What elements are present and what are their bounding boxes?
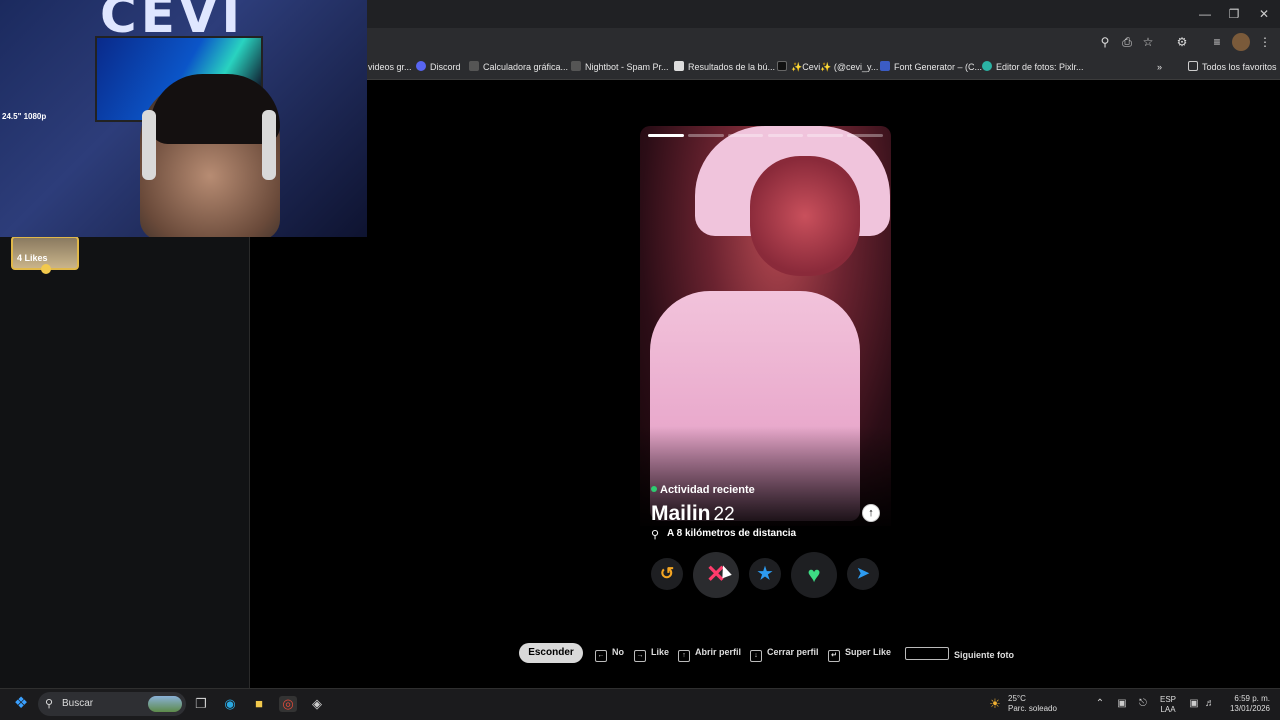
shortcut-close-profile: ↓ Cerrar perfil bbox=[750, 647, 819, 662]
file-explorer-icon[interactable]: ■ bbox=[250, 696, 268, 712]
rewind-icon: ↺ bbox=[659, 564, 675, 583]
shortcut-super-like: ↵ Super Like bbox=[828, 647, 891, 662]
heart-icon: ♥ bbox=[807, 562, 821, 587]
photo-progress-segment[interactable] bbox=[767, 134, 804, 137]
rewind-button[interactable]: ↺ bbox=[651, 558, 683, 590]
activity-status: Actividad reciente bbox=[651, 484, 755, 496]
location-pin-icon: ⚲ bbox=[651, 529, 660, 541]
headphones-icon bbox=[142, 110, 156, 180]
send-icon: ➤ bbox=[856, 565, 870, 582]
bookmark-favicon-icon bbox=[880, 61, 890, 71]
shortcut-next-photo: Siguiente foto bbox=[905, 647, 1014, 660]
photo-progress-segment[interactable] bbox=[687, 134, 724, 137]
left-arrow-key-icon: ← bbox=[595, 650, 607, 662]
nope-button[interactable]: ✕ bbox=[693, 552, 739, 598]
windows-start-icon[interactable]: ❖ bbox=[12, 696, 30, 712]
monitor-label: 24.5" 1080p bbox=[2, 112, 47, 121]
all-bookmarks[interactable]: Todos los favoritos bbox=[1188, 61, 1277, 73]
shortcut-like: → Like bbox=[634, 647, 669, 662]
bookmark-favicon-icon bbox=[469, 61, 479, 71]
likes-label: 4 Likes bbox=[17, 253, 48, 263]
media-icon[interactable]: ≡ bbox=[1208, 33, 1226, 51]
search-highlight-image bbox=[148, 696, 182, 712]
restore-icon[interactable]: ❐ bbox=[1219, 4, 1249, 24]
open-profile-button[interactable]: ↑ bbox=[862, 504, 880, 522]
chrome-icon[interactable]: ◎ bbox=[279, 696, 297, 712]
bookmark-favicon-icon bbox=[571, 61, 581, 71]
bookmark-item[interactable]: ✨Cevi✨ (@cevi_y... bbox=[777, 61, 878, 73]
star-icon[interactable]: ☆ bbox=[1139, 33, 1157, 51]
language-indicator[interactable]: ESP LAA bbox=[1160, 695, 1176, 715]
profile-name: Mailin 22 bbox=[651, 502, 735, 525]
shortcut-no: ← No bbox=[595, 647, 624, 662]
weather-widget[interactable]: 25°C Parc. soleado bbox=[1008, 694, 1057, 714]
bookmark-item[interactable]: Nightbot - Spam Pr... bbox=[571, 61, 669, 73]
tray-app-icon[interactable]: ▣ bbox=[1113, 696, 1131, 712]
location-icon[interactable]: ⚲ bbox=[1096, 33, 1114, 51]
search-icon: ⚲ bbox=[45, 698, 54, 710]
minimize-icon[interactable]: — bbox=[1190, 4, 1220, 24]
bookmark-item[interactable]: Calculadora gráfica... bbox=[469, 61, 568, 73]
photo-progress-segment[interactable] bbox=[807, 134, 844, 137]
taskbar-search[interactable]: ⚲ Buscar bbox=[38, 692, 186, 716]
bookmark-item[interactable]: Font Generator – (C... bbox=[880, 61, 982, 73]
volume-icon[interactable]: ♬ bbox=[1201, 696, 1219, 712]
gold-heart-icon bbox=[41, 264, 51, 274]
close-icon[interactable]: ✕ bbox=[1249, 4, 1279, 24]
folder-icon bbox=[1188, 61, 1198, 71]
bookmark-item[interactable]: Resultados de la bú... bbox=[674, 61, 775, 73]
enter-key-icon: ↵ bbox=[828, 650, 840, 662]
profile-photo[interactable] bbox=[640, 126, 891, 526]
clock[interactable]: 6:59 p. m. 13/01/2026 bbox=[1226, 694, 1270, 714]
photo-progress-segment[interactable] bbox=[847, 134, 883, 137]
photo-progress-segment[interactable] bbox=[648, 134, 684, 137]
pixlr-icon bbox=[982, 61, 992, 71]
shortcut-open-profile: ↑ Abrir perfil bbox=[678, 647, 741, 662]
headphones-icon bbox=[262, 110, 276, 180]
edge-icon[interactable]: ◉ bbox=[221, 696, 239, 712]
like-button[interactable]: ♥ bbox=[791, 552, 837, 598]
cast-icon[interactable]: ⎙ bbox=[1118, 33, 1136, 51]
chevron-up-icon[interactable]: ⌃ bbox=[1091, 696, 1109, 712]
bookmark-item[interactable]: Editor de fotos: Pixlr... bbox=[982, 61, 1084, 73]
profile-distance: A 8 kilómetros de distancia bbox=[667, 528, 797, 539]
up-arrow-key-icon: ↑ bbox=[678, 650, 690, 662]
task-view-icon[interactable]: ❐ bbox=[192, 696, 210, 712]
photo-progress-segment[interactable] bbox=[727, 134, 764, 137]
down-arrow-key-icon: ↓ bbox=[750, 650, 762, 662]
hide-shortcuts-button[interactable]: Esconder bbox=[519, 643, 583, 663]
bookmark-item[interactable]: Discord bbox=[416, 61, 461, 73]
profile-age: 22 bbox=[713, 504, 735, 525]
profile-card[interactable]: Actividad reciente Mailin 22 ⚲ A 8 kilóme… bbox=[640, 126, 891, 602]
super-like-button[interactable]: ★ bbox=[749, 558, 781, 590]
avatar[interactable] bbox=[1232, 33, 1250, 51]
photo-subject bbox=[750, 156, 860, 276]
bookmark-item[interactable]: videos gr... bbox=[368, 61, 412, 73]
webcam-overlay: CEVI 24.5" 1080p bbox=[0, 0, 367, 237]
space-key-icon bbox=[905, 647, 949, 660]
bookmark-favicon-icon bbox=[674, 61, 684, 71]
menu-icon[interactable]: ⋮ bbox=[1256, 33, 1274, 51]
star-icon: ★ bbox=[757, 564, 773, 583]
boost-button[interactable]: ➤ bbox=[847, 558, 879, 590]
more-bookmarks-icon[interactable]: » bbox=[1157, 61, 1162, 73]
extensions-icon[interactable]: ⚙ bbox=[1173, 33, 1191, 51]
microphone-icon[interactable]: ⎋ bbox=[1134, 696, 1152, 712]
weather-icon: ☀ bbox=[989, 696, 1001, 711]
online-dot-icon bbox=[651, 486, 657, 492]
discord-icon bbox=[416, 61, 426, 71]
tiktok-icon bbox=[777, 61, 787, 71]
right-arrow-key-icon: → bbox=[634, 650, 646, 662]
obs-icon[interactable]: ◈ bbox=[308, 696, 326, 712]
